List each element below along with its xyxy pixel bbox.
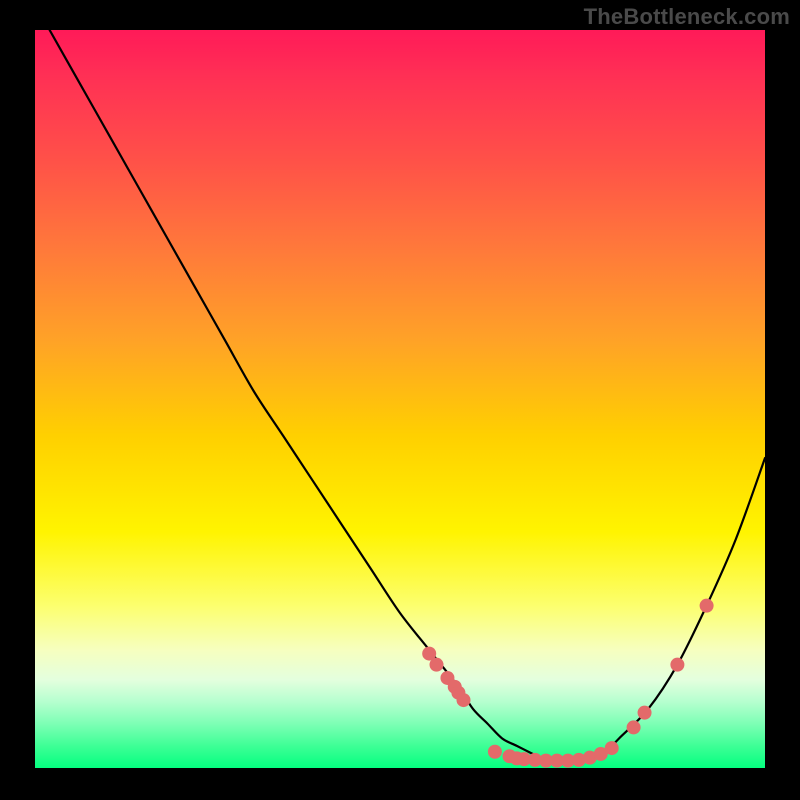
curve-path: [50, 30, 765, 761]
marker-point: [488, 745, 502, 759]
marker-point: [430, 658, 444, 672]
marker-point: [627, 720, 641, 734]
chart-frame: TheBottleneck.com: [0, 0, 800, 800]
bottleneck-curve: [50, 30, 765, 761]
marker-point: [670, 658, 684, 672]
plot-area: [35, 30, 765, 768]
plot-svg-layer: [35, 30, 765, 768]
watermark-text: TheBottleneck.com: [584, 4, 790, 30]
marker-point: [638, 706, 652, 720]
marker-point: [457, 693, 471, 707]
data-markers: [422, 599, 713, 768]
marker-point: [700, 599, 714, 613]
plot-svg: [35, 30, 765, 768]
marker-point: [605, 741, 619, 755]
